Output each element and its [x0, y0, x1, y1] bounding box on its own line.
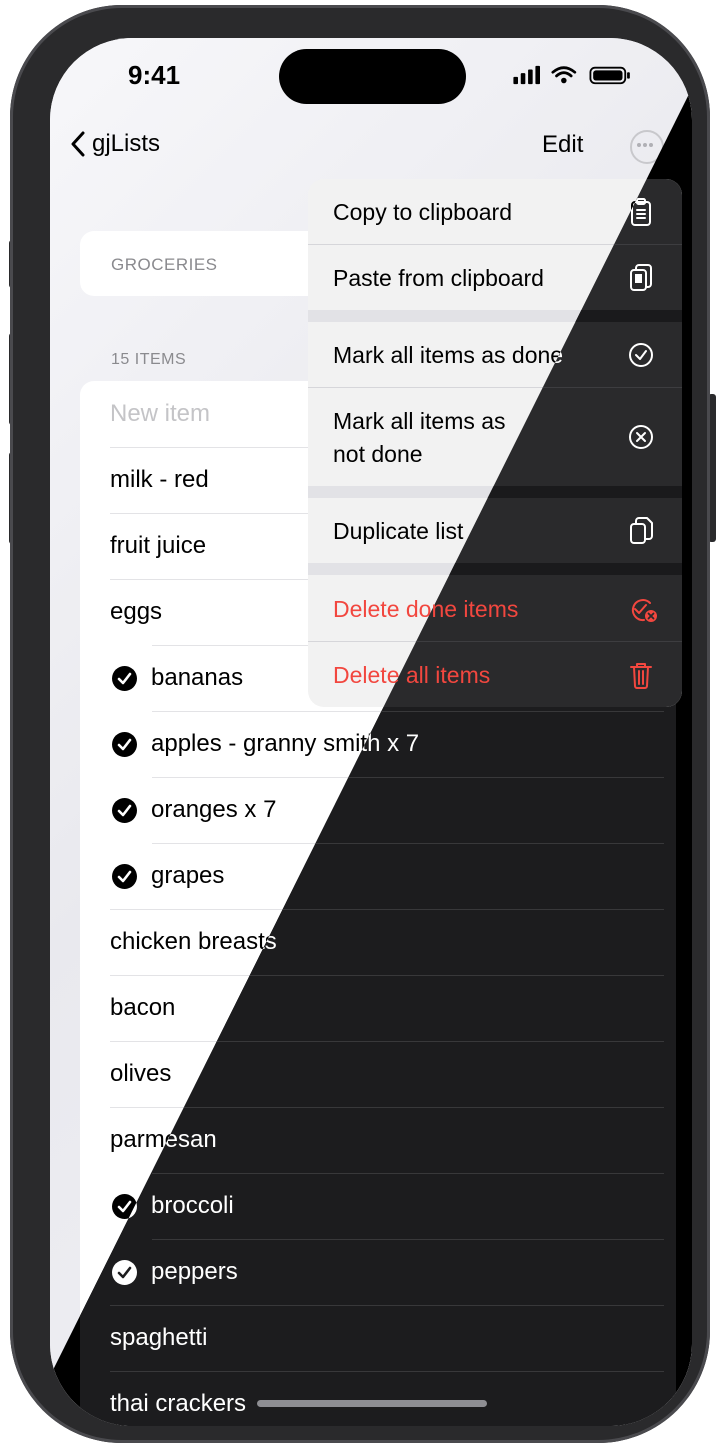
delete-done-icon [628, 594, 657, 622]
dynamic-island [279, 49, 466, 104]
status-icons [513, 65, 630, 85]
list-item[interactable]: thai crackers [110, 1371, 246, 1426]
list-item-text: oranges x 7 [151, 796, 277, 823]
menu-item-label: Duplicate list [333, 518, 464, 544]
list-item-text: peppers [151, 1258, 238, 1285]
battery-icon [589, 66, 630, 85]
checkmark-icon[interactable] [112, 1259, 137, 1285]
status-time: 9:41 [128, 60, 181, 90]
list-title: GROCERIES [111, 255, 218, 274]
list-item-text: spaghetti [110, 1324, 208, 1351]
list-item-text: milk - red [110, 466, 209, 493]
list-item[interactable]: eggs [110, 579, 162, 645]
wifi-icon [551, 66, 577, 78]
new-item-placeholder: New item [110, 400, 211, 427]
signal-icon [513, 65, 540, 85]
menu-item-label: Copy to clipboard [333, 199, 512, 225]
checkmark-icon[interactable] [112, 731, 137, 757]
duplicate-icon [628, 516, 654, 544]
paste-icon [628, 263, 654, 291]
menu-item-label: Mark all items as done [333, 342, 564, 368]
checkmark-icon[interactable] [112, 863, 137, 889]
screen: 9:41 gjLists Edit GROCERIES 15 ITEMS New… [50, 38, 692, 1426]
checkmark-icon[interactable] [112, 797, 137, 823]
list-item[interactable]: bacon [110, 975, 175, 1041]
list-item-text: grapes [151, 862, 225, 889]
list-item-text: fruit juice [110, 532, 207, 559]
list-item[interactable]: milk - red [110, 447, 209, 513]
new-item-input[interactable]: New item [110, 381, 210, 447]
list-item-text: thai crackers [110, 1390, 247, 1417]
list-item[interactable]: chicken breasts [110, 909, 277, 975]
list-item[interactable]: fruit juice [110, 513, 206, 579]
list-item-text: broccoli [151, 1192, 234, 1219]
list-item-text: chicken breasts [110, 928, 277, 955]
list-item-text: eggs [110, 598, 163, 625]
menu-item-label-line: Mark all items as [333, 408, 506, 434]
xmark-circle-icon [628, 422, 654, 450]
list-item[interactable]: olives [110, 1041, 171, 1107]
menu-item-label: Paste from clipboard [333, 265, 544, 291]
menu-item-label: Mark all items as not done [333, 405, 506, 471]
trash-icon [628, 660, 654, 689]
menu-item-label-line: not done [333, 441, 423, 467]
back-button[interactable]: gjLists [70, 130, 160, 158]
list-item[interactable]: peppers [110, 1239, 238, 1305]
list-item-text: bacon [110, 994, 176, 1021]
list-item[interactable]: spaghetti [110, 1305, 207, 1371]
list-item-text: olives [110, 1060, 172, 1087]
chevron-left-icon [71, 131, 85, 157]
list-item-text: bananas [151, 664, 244, 691]
back-label: gjLists [92, 130, 161, 157]
edit-button[interactable]: Edit [542, 131, 583, 159]
home-indicator [257, 1400, 487, 1407]
checkmark-icon[interactable] [112, 665, 137, 691]
context-menu: Copy to clipboard Paste from clipboard Mar… [308, 179, 682, 707]
item-count: 15 ITEMS [111, 351, 187, 368]
ellipsis-icon [637, 143, 653, 147]
checkmark-circle-icon [628, 340, 654, 368]
list-item[interactable]: oranges x 7 [110, 777, 276, 843]
list-item[interactable]: grapes [110, 843, 224, 909]
phone-frame: 9:41 gjLists Edit GROCERIES 15 ITEMS New… [10, 5, 710, 1443]
list-item[interactable]: bananas [110, 645, 243, 711]
